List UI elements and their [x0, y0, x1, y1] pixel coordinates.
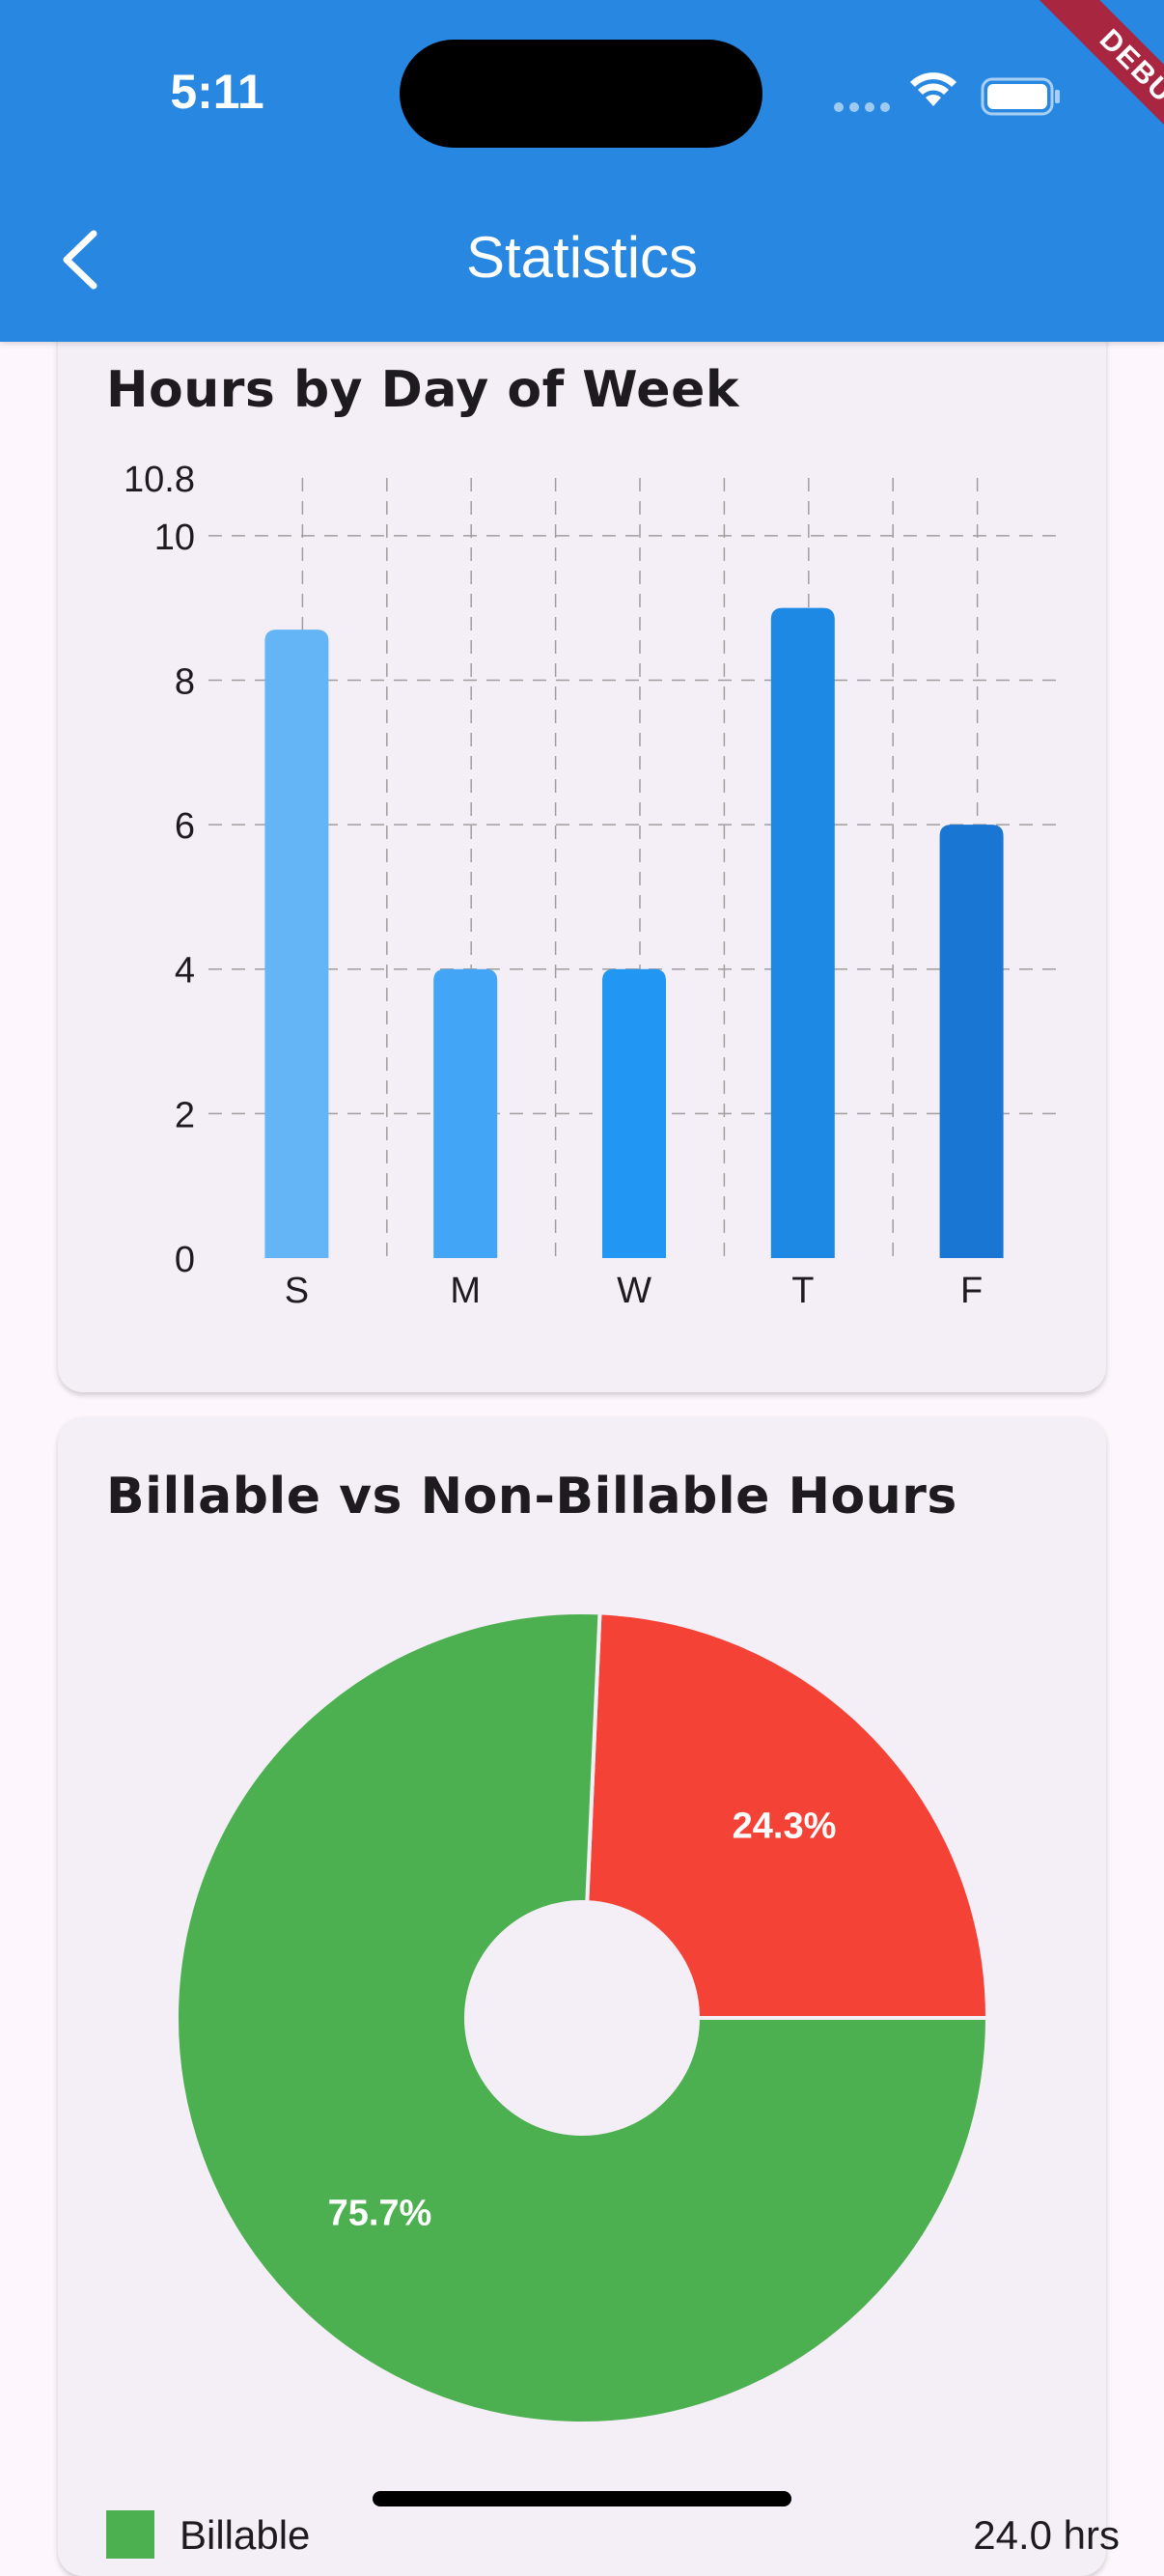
y-tick-label: 10.8 [124, 460, 195, 500]
hours-by-day-card: Hours by Day of Week 0 2 4 6 8 10 10.8 S M W T F [58, 290, 1106, 1392]
page-title: Statistics [465, 225, 699, 290]
bar-m [433, 968, 498, 1258]
bar-t [770, 607, 835, 1258]
y-tick-label: 2 [175, 1095, 195, 1135]
y-tick-label: 4 [175, 951, 195, 992]
debug-banner: DEBUG [990, 0, 1164, 174]
home-indicator [373, 2491, 791, 2506]
y-tick-label: 6 [175, 806, 195, 847]
hours-bar-chart: 0 2 4 6 8 10 10.8 S M W T F [124, 460, 1062, 1311]
x-tick-label: M [450, 1271, 481, 1311]
slice-label: 75.7% [328, 2194, 432, 2234]
bar-w [602, 968, 666, 1258]
legend-item: Billable 24.0 hrs [106, 2503, 1120, 2561]
bar-f [939, 825, 1004, 1258]
x-tick-label: S [285, 1271, 309, 1311]
x-tick-label: W [617, 1271, 651, 1311]
legend-value: 24.0 hrs [973, 2512, 1120, 2558]
legend-swatch [106, 2510, 154, 2559]
x-tick-label: T [791, 1271, 814, 1311]
cellular-signal-icon [834, 102, 890, 112]
y-tick-label: 0 [175, 1240, 195, 1280]
y-tick-label: 10 [154, 518, 195, 558]
status-time: 5:11 [170, 65, 264, 119]
billable-pie-chart: 24.3% 75.7% [175, 1610, 990, 2425]
legend-label: Billable [180, 2512, 311, 2558]
dynamic-island [400, 40, 762, 148]
x-tick-label: F [960, 1271, 983, 1311]
debug-label: DEBUG [1034, 0, 1164, 174]
bar-s [264, 630, 329, 1258]
billable-card: Billable vs Non-Billable Hours 24.3% 75.7… [58, 1417, 1120, 2576]
wifi-icon [910, 72, 956, 106]
slice-label: 24.3% [733, 1806, 837, 1846]
y-tick-label: 8 [175, 661, 195, 702]
